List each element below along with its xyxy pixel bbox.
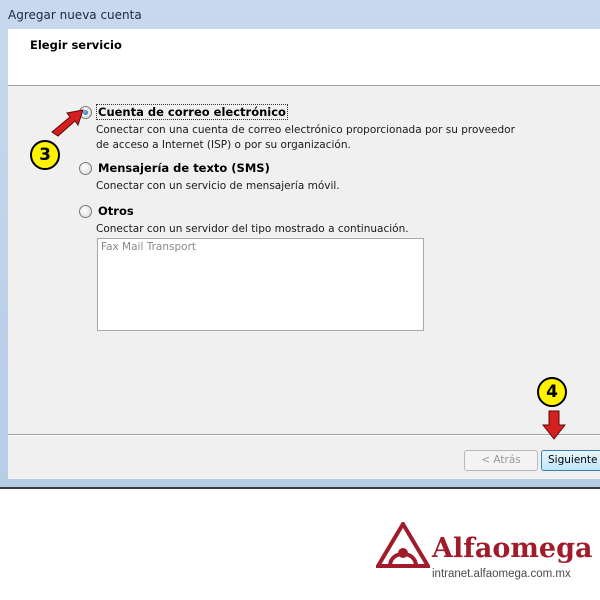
brand-name: Alfaomega [432,533,593,564]
option-email-description: Conectar con una cuenta de correo electr… [96,123,515,153]
header-panel: Elegir servicio [8,29,600,86]
next-button[interactable]: Siguiente > [541,450,600,471]
option-sms-desc-line-1: Conectar con un servicio de mensajería m… [96,180,340,192]
dialog-client-area: Elegir servicio Cuenta de correo electró… [8,29,600,479]
option-email-desc-line-1: Conectar con una cuenta de correo electr… [96,124,515,136]
option-sms[interactable]: Mensajería de texto (SMS) [79,161,271,175]
brand-url: intranet.alfaomega.com.mx [432,568,571,580]
back-button[interactable]: < Atrás [464,450,538,471]
callout-badge-3: 3 [30,140,60,170]
brand-logo: Alfaomega intranet.alfaomega.com.mx [376,520,592,584]
callout-arrow-3-icon [51,109,84,137]
title-bar[interactable]: Agregar nueva cuenta [0,0,600,28]
option-other-desc-line-1: Conectar con un servidor del tipo mostra… [96,223,409,235]
option-other[interactable]: Otros [79,204,135,218]
footer-divider [8,434,600,436]
option-sms-description: Conectar con un servicio de mensajería m… [96,179,340,194]
dialog-window: Agregar nueva cuenta Elegir servicio Cue… [0,0,600,489]
radio-other[interactable] [79,204,92,218]
radio-sms[interactable] [79,161,92,175]
option-other-description: Conectar con un servidor del tipo mostra… [96,222,409,237]
option-other-label[interactable]: Otros [97,204,135,218]
callout-badge-4: 4 [537,377,567,407]
option-email-desc-line-2: de acceso a Internet (ISP) o por su orga… [96,139,351,151]
alfaomega-emblem-icon [376,522,430,568]
option-email-label[interactable]: Cuenta de correo electrónico [96,104,288,120]
option-email[interactable]: Cuenta de correo electrónico [79,104,288,120]
server-type-item[interactable]: Fax Mail Transport [101,241,196,253]
option-sms-label[interactable]: Mensajería de texto (SMS) [97,161,271,175]
callout-arrow-4-icon [542,410,566,440]
server-type-listbox[interactable]: Fax Mail Transport [97,238,424,331]
page-title: Elegir servicio [30,38,122,52]
window-title: Agregar nueva cuenta [8,8,142,22]
